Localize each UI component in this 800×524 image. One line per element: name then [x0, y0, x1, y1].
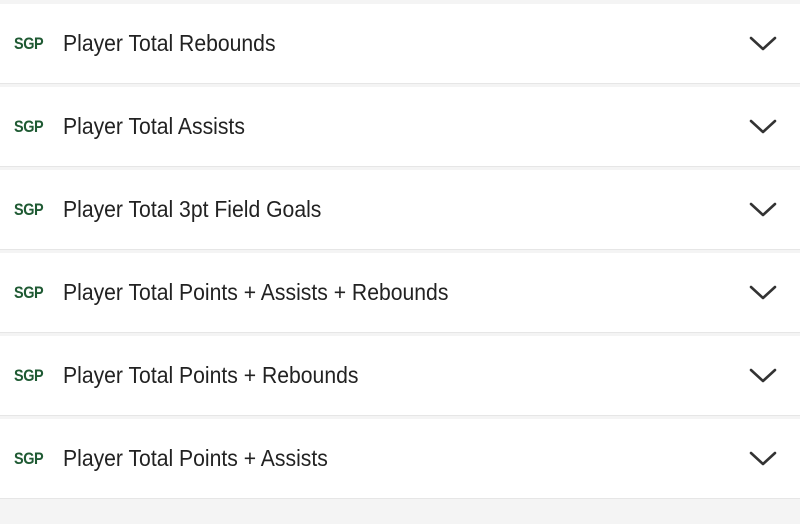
- market-label: Player Total Points + Assists: [63, 445, 328, 471]
- market-label: Player Total Rebounds: [63, 30, 276, 56]
- chevron-down-icon[interactable]: [748, 112, 778, 142]
- chevron-down-icon[interactable]: [748, 195, 778, 225]
- market-row-player-total-3pt-field-goals[interactable]: SGP Player Total 3pt Field Goals: [0, 170, 800, 250]
- market-row-player-total-assists[interactable]: SGP Player Total Assists: [0, 87, 800, 167]
- market-row-player-total-points-assists-rebounds[interactable]: SGP Player Total Points + Assists + Rebo…: [0, 253, 800, 333]
- market-row-player-total-points-assists[interactable]: SGP Player Total Points + Assists: [0, 419, 800, 499]
- sgp-badge: SGP: [14, 282, 44, 302]
- market-label: Player Total Assists: [63, 113, 245, 139]
- sgp-badge: SGP: [14, 365, 44, 385]
- chevron-down-icon[interactable]: [748, 29, 778, 59]
- sgp-badge: SGP: [14, 199, 44, 219]
- chevron-down-icon[interactable]: [748, 444, 778, 474]
- market-row-player-total-points-rebounds[interactable]: SGP Player Total Points + Rebounds: [0, 336, 800, 416]
- sgp-badge: SGP: [14, 448, 44, 468]
- market-label: Player Total Points + Assists + Rebounds: [63, 279, 449, 305]
- sgp-badge: SGP: [14, 33, 44, 53]
- chevron-down-icon[interactable]: [748, 361, 778, 391]
- market-list: SGP Player Total Rebounds SGP Player Tot…: [0, 0, 800, 524]
- market-row-player-total-rebounds[interactable]: SGP Player Total Rebounds: [0, 4, 800, 84]
- market-label: Player Total Points + Rebounds: [63, 362, 359, 388]
- sgp-badge: SGP: [14, 116, 44, 136]
- chevron-down-icon[interactable]: [748, 278, 778, 308]
- market-label: Player Total 3pt Field Goals: [63, 196, 322, 222]
